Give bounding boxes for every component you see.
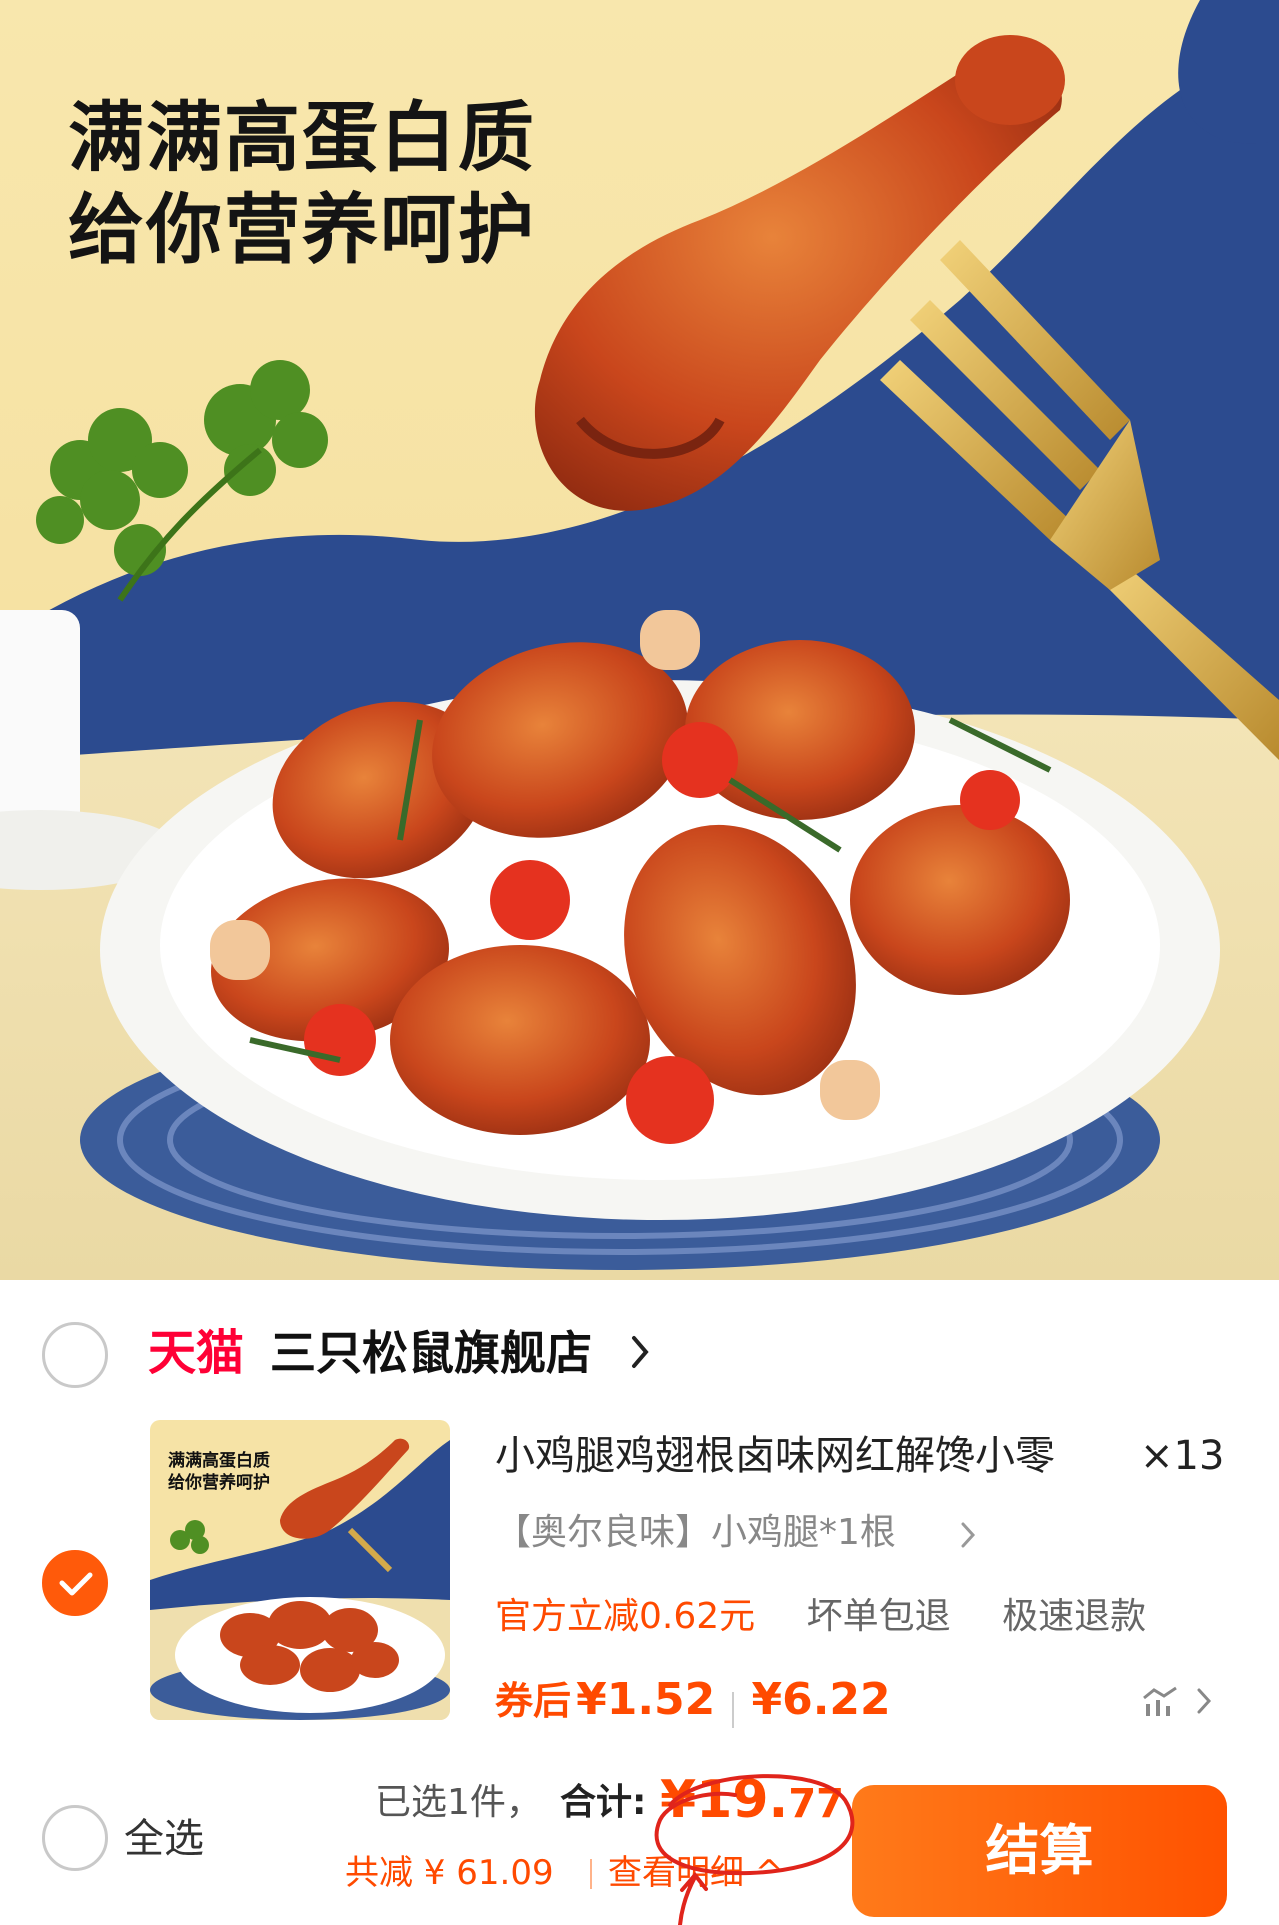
check-icon [59,1572,93,1596]
promo-tag-fast-refund: 极速退款 [1002,1596,1147,1637]
thumbnail-headline-line2: 给你营养呵护 [168,1473,270,1493]
price-trend-icon[interactable] [1140,1684,1180,1718]
cart-bottom-bar: 全选 已选1件， 合计: ¥19.77 共减 ¥ 61.09 查看明细 ^ 结算 [0,1765,1279,1925]
total-savings: 共减 ¥ 61.09 [345,1853,554,1893]
thumbnail-headline: 满满高蛋白质 给你营养呵护 [168,1450,270,1494]
total-price-main: ¥19. [660,1770,789,1830]
price-divider [732,1691,735,1728]
cart-store-card: 天猫 三只松鼠旗舰店 满满高蛋白质 给你营养呵护 小鸡腿鸡翅根卤味网红解馋小零 … [0,1280,1279,1925]
chevron-right-icon[interactable] [630,1334,650,1370]
item-thumbnail[interactable]: 满满高蛋白质 给你营养呵护 [150,1420,450,1720]
view-details-link[interactable]: 查看明细 ^ [608,1845,783,1901]
promo-discount: 官方立减0.62元 [495,1596,756,1637]
item-promotions: 官方立减0.62元 坏单包退 极速退款 [495,1590,1146,1644]
total-price: ¥19.77 [660,1765,844,1839]
total-price-cents: 77 [788,1781,844,1827]
hero-headline-line2: 给你营养呵护 [68,185,536,274]
item-quantity[interactable]: ×13 [1140,1426,1224,1486]
hero-headline: 满满高蛋白质 给你营养呵护 [68,92,536,276]
savings-divider [590,1859,592,1889]
store-select-radio[interactable] [42,1322,108,1388]
chevron-right-icon[interactable] [960,1520,976,1550]
product-hero-image: 满满高蛋白质 给你营养呵护 [0,0,1279,1280]
cart-item: 满满高蛋白质 给你营养呵护 小鸡腿鸡翅根卤味网红解馋小零 ×13 【奥尔良味】小… [0,1420,1279,1730]
total-label: 合计: [560,1782,647,1823]
selected-count: 已选1件， [375,1782,542,1823]
thumbnail-headline-line1: 满满高蛋白质 [168,1451,270,1471]
promo-tag-bad-order-refund: 坏单包退 [806,1596,951,1637]
chevron-right-icon[interactable] [1196,1686,1212,1716]
checkout-button[interactable]: 结算 [852,1785,1227,1917]
store-name-link[interactable]: 三只松鼠旗舰店 [270,1318,592,1388]
item-sku-selector[interactable]: 【奥尔良味】小鸡腿*1根 [495,1506,896,1560]
store-header: 天猫 三只松鼠旗舰店 [0,1310,1279,1400]
select-all-label[interactable]: 全选 [124,1809,204,1869]
tmall-logo: 天猫 [148,1325,245,1381]
coupon-price: ¥1.52 [576,1674,716,1725]
select-all-radio[interactable] [42,1805,108,1871]
item-price-row: 券后 ¥1.52 ¥6.22 [495,1670,891,1739]
item-title[interactable]: 小鸡腿鸡翅根卤味网红解馋小零 [495,1426,1055,1486]
item-price: ¥6.22 [751,1674,891,1725]
item-select-radio[interactable] [42,1550,108,1616]
coupon-price-label: 券后 [495,1679,572,1723]
hero-headline-line1: 满满高蛋白质 [68,93,536,182]
